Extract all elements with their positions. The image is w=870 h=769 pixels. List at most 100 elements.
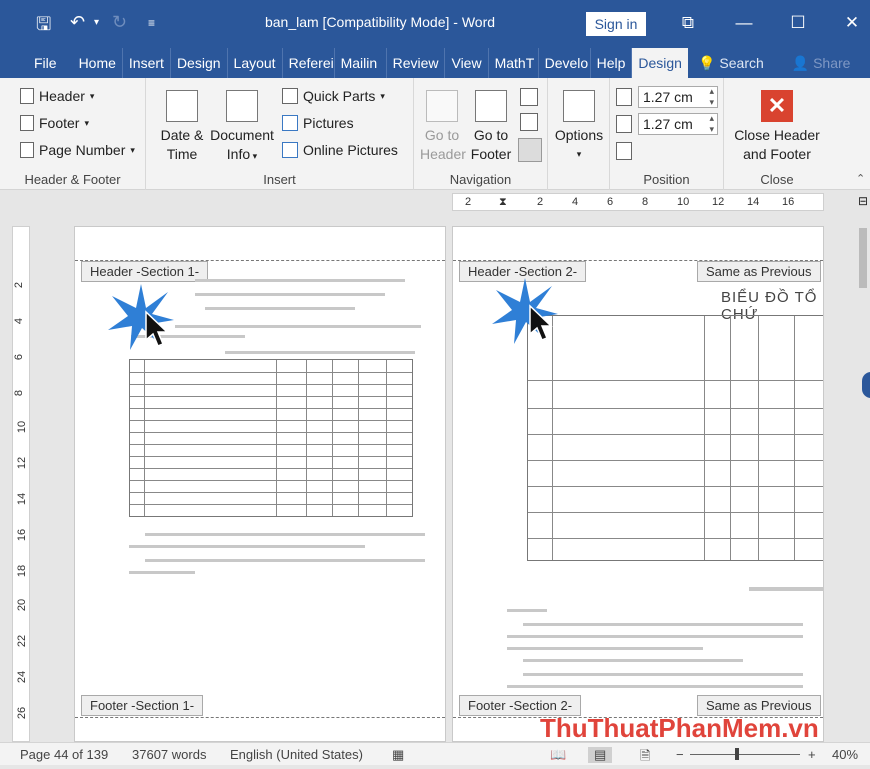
vruler-mark: 26 <box>16 706 29 720</box>
zoom-slider-thumb[interactable] <box>735 748 739 760</box>
ribbon-tabs: File Home Insert Design Layout Referei M… <box>0 46 870 78</box>
vruler-mark: 6 <box>13 353 26 361</box>
watermark-logo: ThuThuatPhanMem.vn <box>540 713 819 743</box>
quick-parts-label: Quick Parts <box>303 88 376 104</box>
tab-file[interactable]: File <box>0 48 79 78</box>
redo-icon[interactable]: ↻ <box>112 12 127 33</box>
click-highlight-icon <box>492 278 558 344</box>
document-info-icon <box>226 90 258 122</box>
collapse-ribbon-icon[interactable]: ⌃ <box>856 172 865 185</box>
page-number-label: Page Number <box>39 142 126 158</box>
ruler-mark: 2 <box>537 196 544 208</box>
quick-parts-button[interactable]: Quick Parts ▾ <box>282 88 385 104</box>
close-header-footer-button[interactable]: ✕ Close Header and Footer <box>730 90 824 164</box>
date-time-button[interactable]: Date & Time <box>156 90 208 164</box>
organization-table <box>527 315 823 561</box>
close-x-icon: ✕ <box>761 90 793 122</box>
scroll-thumb[interactable] <box>859 228 867 288</box>
vruler-mark: 12 <box>16 456 29 470</box>
go-to-footer-label-1: Go to <box>473 127 509 143</box>
language-status[interactable]: English (United States) <box>230 747 363 762</box>
go-to-header-button[interactable]: Go to Header <box>420 90 466 164</box>
tab-mathtype[interactable]: MathT <box>489 48 539 78</box>
online-pictures-button[interactable]: Online Pictures <box>282 142 398 158</box>
document-info-button[interactable]: Document Info ▾ <box>208 90 276 166</box>
group-navigation: Go to Header Go to Footer Navigation <box>414 78 548 190</box>
tab-home[interactable]: Home <box>79 48 123 78</box>
next-section-icon[interactable] <box>520 113 538 131</box>
text-line <box>195 279 405 282</box>
online-pictures-label: Online Pictures <box>303 142 398 158</box>
options-button[interactable]: Options ▾ <box>552 90 606 164</box>
tab-review[interactable]: Review <box>387 48 446 78</box>
word-count[interactable]: 37607 words <box>132 747 206 762</box>
undo-icon[interactable]: ↶ <box>70 12 85 33</box>
ruler-mark: 14 <box>747 196 760 208</box>
share-label: Share <box>813 55 851 71</box>
maximize-icon[interactable]: ☐ <box>778 8 818 38</box>
lightbulb-icon: 💡 <box>697 55 716 71</box>
text-line <box>507 609 547 612</box>
zoom-in-icon[interactable]: + <box>808 747 816 762</box>
share-button[interactable]: 👤 Share <box>786 48 857 78</box>
read-mode-icon[interactable]: 📖 <box>550 747 566 763</box>
view-ruler-icon[interactable]: ⊟ <box>858 194 868 208</box>
zoom-level[interactable]: 40% <box>832 747 858 762</box>
indent-marker-icon[interactable]: ⧗ <box>499 196 507 209</box>
tab-design[interactable]: Design <box>171 48 228 78</box>
section-heading <box>749 587 823 591</box>
page-count[interactable]: Page 44 of 139 <box>20 747 108 762</box>
search-label: Search <box>719 55 764 71</box>
sign-in-button[interactable]: Sign in <box>586 12 646 36</box>
search-box[interactable]: 💡 Search <box>688 48 770 78</box>
vertical-scrollbar[interactable] <box>856 214 870 742</box>
ruler-mark: 12 <box>712 196 725 208</box>
vertical-ruler[interactable]: 2 4 6 8 10 12 14 16 18 20 22 24 26 <box>12 226 30 742</box>
horizontal-ruler[interactable]: 2 ⧗ 2 4 6 8 10 12 14 16 <box>452 193 824 211</box>
minimize-icon[interactable]: — <box>724 8 764 38</box>
tab-layout[interactable]: Layout <box>228 48 283 78</box>
data-table <box>129 359 413 517</box>
previous-section-icon[interactable] <box>520 88 538 106</box>
close-label-1: Close Header <box>734 127 820 143</box>
close-icon[interactable]: ✕ <box>832 8 870 38</box>
page-number-button[interactable]: Page Number ▾ <box>20 142 135 158</box>
insert-alignment-tab-icon[interactable] <box>616 142 632 160</box>
group-header-footer: Header ▾ Footer ▾ Page Number ▾ Header & Fo… <box>0 78 146 190</box>
header-button[interactable]: Header ▾ <box>20 88 94 104</box>
tab-insert[interactable]: Insert <box>123 48 171 78</box>
tab-mailings[interactable]: Mailin <box>335 48 387 78</box>
tab-header-footer-design[interactable]: Design <box>632 48 688 78</box>
vruler-mark: 4 <box>13 317 26 325</box>
ribbon-display-icon[interactable]: ⧉ <box>668 8 708 38</box>
zoom-slider[interactable] <box>690 754 800 755</box>
link-to-previous-icon[interactable] <box>518 138 542 162</box>
text-line <box>175 325 421 328</box>
footer-section-1-tag: Footer -Section 1- <box>81 695 204 716</box>
text-line <box>507 635 803 638</box>
go-to-footer-label-2: Footer <box>470 146 512 162</box>
text-line <box>129 571 195 574</box>
go-to-footer-button[interactable]: Go to Footer <box>468 90 514 164</box>
side-panel-toggle[interactable] <box>862 372 870 398</box>
tab-help[interactable]: Help <box>591 48 633 78</box>
footer-button[interactable]: Footer ▾ <box>20 115 89 131</box>
ruler-mark: 6 <box>607 196 614 208</box>
footer-position-input[interactable]: 1.27 cm <box>638 113 718 135</box>
web-layout-icon[interactable]: 🗎 <box>640 747 650 769</box>
tab-references[interactable]: Referei <box>283 48 335 78</box>
vruler-mark: 22 <box>16 634 29 648</box>
save-icon[interactable]: 🖫 <box>36 12 51 42</box>
accessibility-icon[interactable]: ▦ <box>392 747 404 763</box>
go-to-header-label-1: Go to <box>424 127 460 143</box>
customize-icon[interactable]: ≡ <box>148 16 155 30</box>
header-label: Header <box>39 88 85 104</box>
print-layout-icon[interactable]: ▤ <box>588 747 613 763</box>
tab-view[interactable]: View <box>445 48 489 78</box>
header-position-input[interactable]: 1.27 cm <box>638 86 718 108</box>
zoom-out-icon[interactable]: − <box>676 747 684 762</box>
vruler-mark: 8 <box>13 389 26 397</box>
undo-dropdown-icon[interactable]: ▾ <box>94 17 99 28</box>
tab-developer[interactable]: Develo <box>539 48 591 78</box>
pictures-button[interactable]: Pictures <box>282 115 354 131</box>
